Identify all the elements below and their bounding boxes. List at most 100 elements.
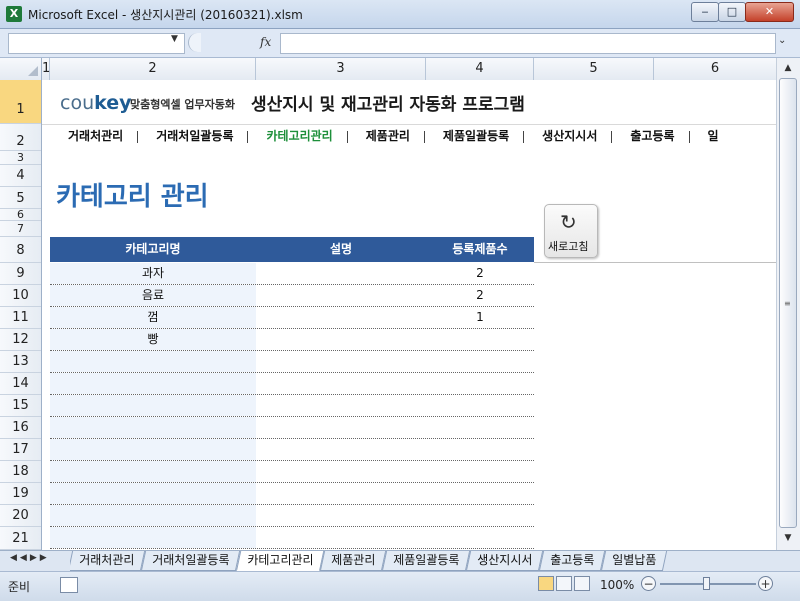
row-header-14[interactable]: 14 [0,373,41,395]
minimize-button[interactable]: ‒ [691,2,719,22]
cell-category-name[interactable]: 껌 [50,307,256,328]
maximize-button[interactable]: □ [718,2,746,22]
cell-category-name[interactable]: 음료 [50,285,256,306]
cell-product-count[interactable]: 2 [426,285,534,306]
tab-scroll-arrows-icon[interactable]: ◀◀▶▶ [10,553,50,563]
cell-product-count[interactable]: 2 [426,263,534,284]
row-header-19[interactable]: 19 [0,483,41,505]
excel-app-icon[interactable]: X [6,6,22,22]
cell-product-count[interactable] [426,351,534,372]
cell-product-count[interactable] [426,505,534,526]
zoom-slider-thumb[interactable] [703,577,710,590]
column-header-3[interactable]: 3 [256,58,426,80]
close-button[interactable]: ✕ [745,2,794,22]
cell-category-name[interactable] [50,395,256,416]
row-header-21[interactable]: 21 [0,527,41,550]
table-row[interactable] [50,351,534,373]
macro-record-icon[interactable] [60,577,78,593]
table-row[interactable] [50,461,534,483]
cell-description[interactable] [256,285,426,306]
scroll-down-icon[interactable]: ▼ [779,530,797,546]
cell-description[interactable] [256,395,426,416]
nav-item-daily[interactable]: 일 [690,127,733,144]
cell-category-name[interactable]: 빵 [50,329,256,350]
nav-item-shipment-register[interactable]: 출고등록 [612,127,688,144]
row-header-10[interactable]: 10 [0,285,41,307]
cell-category-name[interactable]: 과자 [50,263,256,284]
sheet-tab[interactable]: 제품관리 [320,551,387,571]
cell-product-count[interactable] [426,483,534,504]
row-header-3[interactable]: 3 [0,151,41,165]
row-header-11[interactable]: 11 [0,307,41,329]
scroll-up-icon[interactable]: ▲ [779,60,797,76]
cell-description[interactable] [256,307,426,328]
cell-description[interactable] [256,263,426,284]
expand-formula-bar-icon[interactable]: ⌄ [778,35,786,46]
row-header-4[interactable]: 4 [0,165,41,187]
insert-function-icon[interactable]: fx [260,35,271,49]
page-layout-view-icon[interactable] [556,576,572,591]
cell-description[interactable] [256,461,426,482]
row-header-12[interactable]: 12 [0,329,41,351]
formula-input[interactable] [280,33,776,54]
table-row[interactable] [50,395,534,417]
sheet-tab[interactable]: 생산지시서 [466,551,544,571]
chevron-down-icon[interactable]: ▼ [171,34,178,44]
cell-category-name[interactable] [50,461,256,482]
cell-product-count[interactable] [426,439,534,460]
sheet-tab[interactable]: 거래처관리 [70,551,146,571]
cell-category-name[interactable] [50,527,256,548]
table-row[interactable] [50,527,534,549]
cell-product-count[interactable] [426,527,534,548]
zoom-level[interactable]: 100% [600,578,634,592]
nav-item-production-order[interactable]: 생산지시서 [524,127,611,144]
row-header-7[interactable]: 7 [0,221,41,237]
cell-category-name[interactable] [50,417,256,438]
cell-description[interactable] [256,329,426,350]
row-header-8[interactable]: 8 [0,237,41,263]
table-row[interactable]: 과자 2 [50,263,534,285]
cell-description[interactable] [256,505,426,526]
table-row[interactable] [50,373,534,395]
sheet-tab-active[interactable]: 카테고리관리 [235,551,325,571]
page-break-view-icon[interactable] [574,576,590,591]
sheet-tab[interactable]: 거래처일괄등록 [140,551,241,571]
row-header-13[interactable]: 13 [0,351,41,373]
vertical-scrollbar[interactable]: ▲ ≡ ▼ [776,58,800,550]
cell-category-name[interactable] [50,505,256,526]
row-header-9[interactable]: 9 [0,263,41,285]
row-header-1[interactable]: 1 [0,80,41,124]
row-header-17[interactable]: 17 [0,439,41,461]
normal-view-icon[interactable] [538,576,554,591]
table-row[interactable] [50,483,534,505]
zoom-out-button[interactable]: − [641,576,656,591]
table-row[interactable] [50,505,534,527]
cell-category-name[interactable] [50,439,256,460]
row-header-18[interactable]: 18 [0,461,41,483]
nav-item-product-bulk-register[interactable]: 제품일괄등록 [425,127,523,144]
cell-category-name[interactable] [50,373,256,394]
cell-product-count[interactable] [426,329,534,350]
table-row[interactable]: 빵 [50,329,534,351]
nav-item-client-bulk-register[interactable]: 거래처일괄등록 [138,127,247,144]
cell-product-count[interactable] [426,417,534,438]
column-header-1[interactable]: 1 [42,58,50,80]
worksheet[interactable]: coukey 맞춤형엑셀 업무자동화 생산지시 및 재고관리 자동화 프로그램 … [42,80,776,550]
cell-description[interactable] [256,439,426,460]
table-row[interactable] [50,439,534,461]
row-header-5[interactable]: 5 [0,187,41,209]
cell-category-name[interactable] [50,351,256,372]
scrollbar-thumb[interactable]: ≡ [779,78,797,528]
column-header-6[interactable]: 6 [654,58,776,80]
zoom-in-button[interactable]: + [758,576,773,591]
column-header-4[interactable]: 4 [426,58,534,80]
column-header-2[interactable]: 2 [50,58,256,80]
column-header-5[interactable]: 5 [534,58,654,80]
cell-description[interactable] [256,527,426,548]
cell-product-count[interactable] [426,373,534,394]
cell-description[interactable] [256,373,426,394]
row-header-2[interactable]: 2 [0,124,41,151]
table-row[interactable]: 껌 1 [50,307,534,329]
cell-product-count[interactable] [426,395,534,416]
nav-item-product-management[interactable]: 제품관리 [348,127,424,144]
